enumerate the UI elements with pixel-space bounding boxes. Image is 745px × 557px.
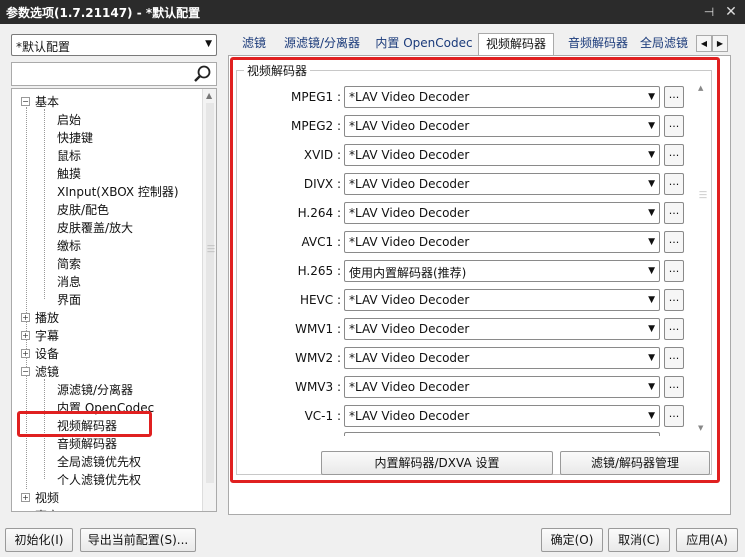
chevron-down-icon: ▼ <box>205 39 212 49</box>
tab-filter[interactable]: 滤镜 <box>234 33 274 55</box>
tab-scroll-buttons: ◀ ▶ <box>696 35 730 52</box>
close-icon[interactable]: ✕ <box>722 3 740 21</box>
collapse-icon[interactable]: − <box>21 97 30 106</box>
tab-bar: 滤镜 源滤镜/分离器 内置 OpenCodec 视频解码器 音频解码器 全局滤镜 <box>228 33 732 56</box>
expand-icon[interactable]: + <box>21 349 30 358</box>
search-icon[interactable] <box>193 64 213 84</box>
pin-icon[interactable]: ⊣ <box>700 3 718 21</box>
tab-opencodec[interactable]: 内置 OpenCodec <box>372 33 476 55</box>
tab-global-filter[interactable]: 全局滤镜 <box>640 33 696 55</box>
highlight-frame <box>230 57 720 483</box>
window-title: 参数选项(1.7.21147) - *默认配置 <box>6 6 201 20</box>
scroll-up-icon[interactable]: ▲ <box>206 91 212 100</box>
tab-source-filter[interactable]: 源滤镜/分离器 <box>280 33 364 55</box>
settings-tree: − 基本 启始 快捷键 鼠标 触摸 XInput(XBOX 控制器) 皮肤/配色… <box>11 88 217 512</box>
ok-button[interactable]: 确定(O) <box>541 528 603 552</box>
cancel-button[interactable]: 取消(C) <box>608 528 670 552</box>
collapse-icon[interactable]: − <box>21 367 30 376</box>
init-button[interactable]: 初始化(I) <box>5 528 73 552</box>
expand-icon[interactable]: + <box>21 331 30 340</box>
profile-value: *默认配置 <box>16 40 71 54</box>
title-bar: 参数选项(1.7.21147) - *默认配置 ⊣ ✕ <box>0 0 745 24</box>
apply-button[interactable]: 应用(A) <box>676 528 738 552</box>
expand-icon[interactable]: + <box>21 313 30 322</box>
scroll-thumb[interactable] <box>206 103 214 483</box>
export-config-button[interactable]: 导出当前配置(S)... <box>80 528 196 552</box>
tab-video-decoder[interactable]: 视频解码器 <box>478 33 554 56</box>
search-input[interactable] <box>11 62 217 86</box>
expand-icon[interactable]: + <box>21 511 30 512</box>
grip-icon: — — — <box>207 241 215 256</box>
tree-selection-highlight <box>17 411 152 437</box>
expand-icon[interactable]: + <box>21 493 30 502</box>
chevron-right-icon[interactable]: ▶ <box>712 35 728 52</box>
tab-audio-decoder[interactable]: 音频解码器 <box>560 33 636 55</box>
profile-dropdown[interactable]: *默认配置 ▼ <box>11 34 217 56</box>
chevron-left-icon[interactable]: ◀ <box>696 35 712 52</box>
tree-scrollbar[interactable]: ▲ — — — <box>202 89 216 511</box>
